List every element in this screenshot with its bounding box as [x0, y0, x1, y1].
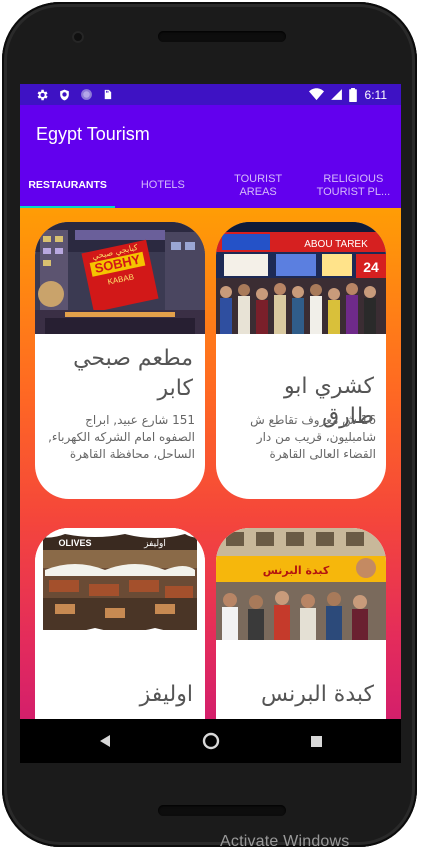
tarek-24-sign: 24: [363, 259, 379, 275]
back-button[interactable]: [95, 731, 115, 751]
tab-bar: RESTAURANTS HOTELS TOURIST AREAS RELIGIO…: [20, 163, 401, 208]
tarek-sign: ABOU TAREK: [304, 239, 368, 250]
tab-label: RESTAURANTS: [28, 179, 107, 191]
olives-sign-latin: OLIVES: [58, 538, 91, 548]
phone-frame: 6:11 Egypt Tourism RESTAURANTS HOTELS TO…: [2, 2, 417, 847]
battery-icon: [348, 87, 357, 102]
restaurant-list[interactable]: SOBHY كبابجي صبحي KABAB مطعم صبحي كابر 1…: [20, 208, 401, 719]
back-icon: [100, 735, 110, 747]
tab-tourist-areas[interactable]: TOURIST AREAS: [211, 163, 306, 208]
restaurant-photo: ABOU TAREK 24: [216, 222, 386, 334]
tab-religious-tourist-places[interactable]: RELIGIOUS TOURIST PL...: [306, 163, 401, 208]
app-bar: Egypt Tourism: [20, 105, 401, 163]
restaurant-address: 16 ش معروف تقاطع ش شامبليون، قريب من دار…: [250, 413, 376, 461]
tab-restaurants[interactable]: RESTAURANTS: [20, 163, 116, 208]
olives-sign-arabic: اوليفز: [143, 539, 166, 549]
settings-icon: [37, 89, 48, 100]
tab-label: HOTELS: [140, 179, 185, 191]
prince-sign: كبدة البرنس: [263, 564, 330, 577]
earpiece-speaker: [158, 31, 286, 42]
restaurant-name: كبدة البرنس: [261, 682, 374, 707]
activate-windows-watermark: Activate Windows: [220, 833, 350, 850]
wifi-icon: [308, 88, 324, 101]
recents-icon: [310, 735, 322, 747]
signal-icon: [330, 89, 342, 100]
status-bar: 6:11: [20, 84, 401, 105]
home-button[interactable]: [201, 731, 221, 751]
restaurant-card[interactable]: ABOU TAREK 24 كشري ابو طارق 16 ش معروف ت…: [216, 222, 386, 499]
restaurant-card[interactable]: كبدة البرنس كبدة البرنس: [216, 528, 386, 719]
shield-icon: [60, 89, 69, 100]
status-left-icons: [35, 87, 113, 102]
status-right-icons: 6:11: [308, 87, 387, 102]
status-time: 6:11: [364, 87, 387, 102]
bottom-speaker: [158, 805, 286, 816]
tab-label: TOURIST AREAS: [234, 172, 283, 198]
restaurant-photo: كبدة البرنس: [216, 528, 386, 640]
restaurant-card[interactable]: SOBHY كبابجي صبحي KABAB مطعم صبحي كابر 1…: [35, 222, 205, 499]
sd-card-icon: [104, 89, 112, 100]
recents-button[interactable]: [306, 731, 326, 751]
home-icon: [202, 732, 220, 750]
tab-label: RELIGIOUS TOURIST PL...: [316, 172, 391, 198]
app-title: Egypt Tourism: [36, 124, 150, 144]
navigation-bar: [20, 719, 401, 763]
circle-icon: [81, 89, 92, 100]
tab-hotels[interactable]: HOTELS: [115, 163, 210, 208]
restaurant-name: اوليفز: [139, 682, 193, 707]
restaurant-photo: SOBHY كبابجي صبحي KABAB: [35, 222, 205, 334]
screen: 6:11 Egypt Tourism RESTAURANTS HOTELS TO…: [20, 84, 401, 763]
front-camera: [72, 31, 84, 43]
restaurant-photo: OLIVES اوليفز: [35, 528, 205, 640]
restaurant-address: 151 شارع عبيد, ابراج الصفوه امام الشركه …: [48, 413, 195, 461]
restaurant-name: مطعم صبحي كابر: [73, 346, 193, 401]
restaurant-card[interactable]: OLIVES اوليفز اوليفز: [35, 528, 205, 719]
